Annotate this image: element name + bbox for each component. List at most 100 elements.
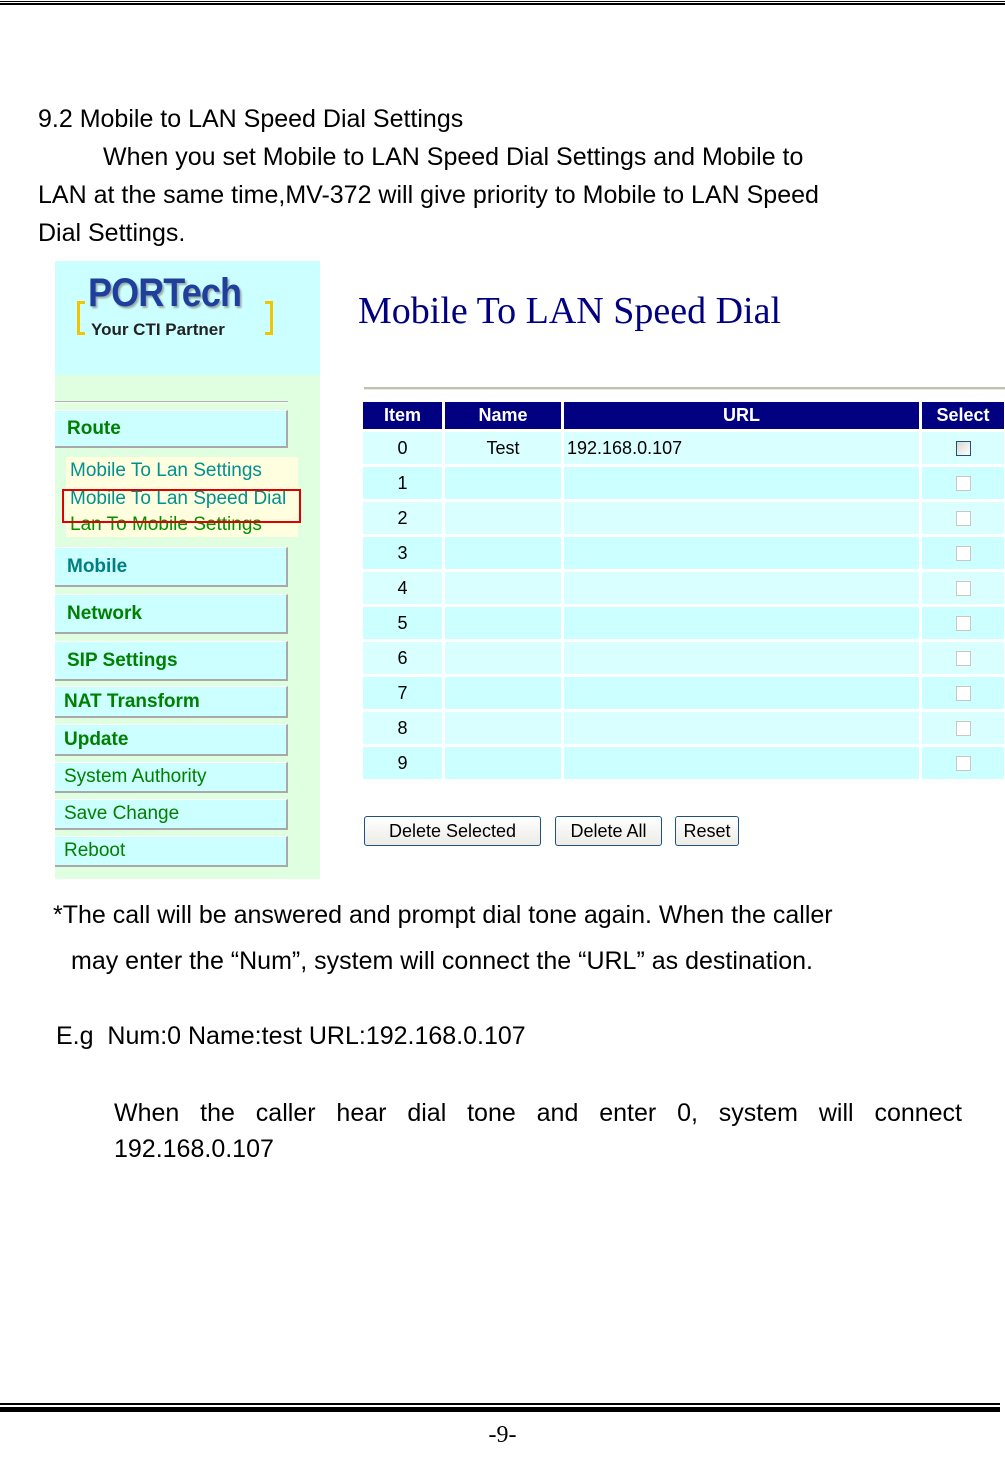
item-cell: 0 bbox=[363, 432, 442, 464]
select-cell bbox=[922, 537, 1004, 569]
select-cell bbox=[922, 677, 1004, 709]
sidebar-item-sip-settings[interactable]: SIP Settings bbox=[55, 641, 288, 681]
name-cell bbox=[445, 467, 561, 499]
url-cell bbox=[564, 712, 919, 744]
sidebar-item-route[interactable]: Route bbox=[55, 410, 288, 448]
explanation-line: 192.168.0.107 bbox=[114, 1135, 274, 1163]
sidebar-item-reboot[interactable]: Reboot bbox=[55, 836, 288, 867]
table-row: 7 bbox=[363, 677, 1004, 709]
web-ui-screenshot: PORTech Your CTI Partner Route Mobile To… bbox=[55, 261, 1005, 879]
logo-bracket-icon bbox=[265, 301, 273, 335]
example-line: E.g Num:0 Name:test URL:192.168.0.107 bbox=[56, 1022, 526, 1050]
table-row: 3 bbox=[363, 537, 1004, 569]
select-checkbox[interactable] bbox=[955, 441, 971, 457]
select-cell bbox=[922, 572, 1004, 604]
name-cell bbox=[445, 747, 561, 779]
portech-logo: PORTech bbox=[88, 271, 242, 315]
select-checkbox[interactable] bbox=[955, 686, 971, 702]
reset-button[interactable]: Reset bbox=[675, 816, 739, 846]
url-cell bbox=[564, 677, 919, 709]
select-checkbox[interactable] bbox=[955, 756, 971, 772]
name-cell bbox=[445, 677, 561, 709]
select-cell bbox=[922, 467, 1004, 499]
logo-tagline: Your CTI Partner bbox=[91, 320, 225, 339]
table-row: 4 bbox=[363, 572, 1004, 604]
select-cell bbox=[922, 502, 1004, 534]
note-line: may enter the “Num”, system will connect… bbox=[71, 947, 813, 975]
sidebar-item-nat-transform[interactable]: NAT Transform bbox=[55, 686, 288, 718]
url-cell bbox=[564, 502, 919, 534]
sidebar-subitem-mobile-to-lan-settings[interactable]: Mobile To Lan Settings bbox=[66, 457, 298, 485]
select-cell bbox=[922, 432, 1004, 464]
item-cell: 2 bbox=[363, 502, 442, 534]
select-checkbox[interactable] bbox=[955, 581, 971, 597]
delete-selected-button[interactable]: Delete Selected bbox=[364, 816, 541, 846]
footer-rule-thick bbox=[0, 1407, 1000, 1412]
item-cell: 5 bbox=[363, 607, 442, 639]
name-cell bbox=[445, 572, 561, 604]
sidebar-item-save-change[interactable]: Save Change bbox=[55, 799, 288, 830]
page-number: -9- bbox=[488, 1422, 517, 1448]
table-row: 5 bbox=[363, 607, 1004, 639]
item-cell: 3 bbox=[363, 537, 442, 569]
select-cell bbox=[922, 642, 1004, 674]
delete-all-button[interactable]: Delete All bbox=[555, 816, 662, 846]
speed-dial-table: Item Name URL Select 0 Test 192.168.0.107 1… bbox=[360, 399, 1005, 782]
sidebar-item-mobile[interactable]: Mobile bbox=[55, 547, 288, 587]
header-rule-thick bbox=[0, 3, 1005, 5]
select-checkbox[interactable] bbox=[955, 651, 971, 667]
highlight-box bbox=[62, 489, 301, 523]
note-line: *The call will be answered and prompt di… bbox=[53, 901, 833, 929]
intro-paragraph-line: Dial Settings. bbox=[38, 219, 186, 247]
sidebar-item-update[interactable]: Update bbox=[55, 724, 288, 756]
sidebar-divider bbox=[55, 401, 288, 403]
section-title: 9.2 Mobile to LAN Speed Dial Settings bbox=[38, 105, 464, 133]
header-rule-thin bbox=[0, 1, 1005, 2]
select-checkbox[interactable] bbox=[955, 511, 971, 527]
sidebar-item-system-authority[interactable]: System Authority bbox=[55, 762, 288, 793]
table-header-row: Item Name URL Select bbox=[363, 402, 1004, 429]
table-row: 6 bbox=[363, 642, 1004, 674]
name-cell bbox=[445, 502, 561, 534]
column-header-url: URL bbox=[564, 402, 919, 429]
intro-paragraph-line: LAN at the same time,MV-372 will give pr… bbox=[38, 181, 819, 209]
name-cell bbox=[445, 642, 561, 674]
sidebar: PORTech Your CTI Partner Route Mobile To… bbox=[55, 261, 320, 879]
sidebar-item-network[interactable]: Network bbox=[55, 594, 288, 634]
logo-area: PORTech Your CTI Partner bbox=[55, 261, 320, 375]
select-checkbox[interactable] bbox=[955, 476, 971, 492]
page-title: Mobile To LAN Speed Dial bbox=[358, 290, 782, 332]
intro-paragraph-line: When you set Mobile to LAN Speed Dial Se… bbox=[103, 143, 804, 171]
url-cell bbox=[564, 572, 919, 604]
url-cell bbox=[564, 747, 919, 779]
item-cell: 8 bbox=[363, 712, 442, 744]
explanation-line: When the caller hear dial tone and enter… bbox=[114, 1099, 962, 1127]
url-cell bbox=[564, 467, 919, 499]
name-cell: Test bbox=[445, 432, 561, 464]
item-cell: 1 bbox=[363, 467, 442, 499]
select-cell bbox=[922, 607, 1004, 639]
item-cell: 9 bbox=[363, 747, 442, 779]
url-cell: 192.168.0.107 bbox=[564, 432, 919, 464]
column-header-name: Name bbox=[445, 402, 561, 429]
name-cell bbox=[445, 537, 561, 569]
select-checkbox[interactable] bbox=[955, 721, 971, 737]
name-cell bbox=[445, 607, 561, 639]
table-row: 1 bbox=[363, 467, 1004, 499]
select-cell bbox=[922, 747, 1004, 779]
logo-bracket-icon bbox=[77, 301, 85, 335]
column-header-item: Item bbox=[363, 402, 442, 429]
url-cell bbox=[564, 642, 919, 674]
footer-rule-thin bbox=[0, 1403, 1000, 1405]
select-cell bbox=[922, 712, 1004, 744]
url-cell bbox=[564, 537, 919, 569]
select-checkbox[interactable] bbox=[955, 546, 971, 562]
item-cell: 6 bbox=[363, 642, 442, 674]
item-cell: 4 bbox=[363, 572, 442, 604]
column-header-select: Select bbox=[922, 402, 1004, 429]
name-cell bbox=[445, 712, 561, 744]
item-cell: 7 bbox=[363, 677, 442, 709]
table-row: 2 bbox=[363, 502, 1004, 534]
title-divider bbox=[364, 387, 1005, 390]
select-checkbox[interactable] bbox=[955, 616, 971, 632]
